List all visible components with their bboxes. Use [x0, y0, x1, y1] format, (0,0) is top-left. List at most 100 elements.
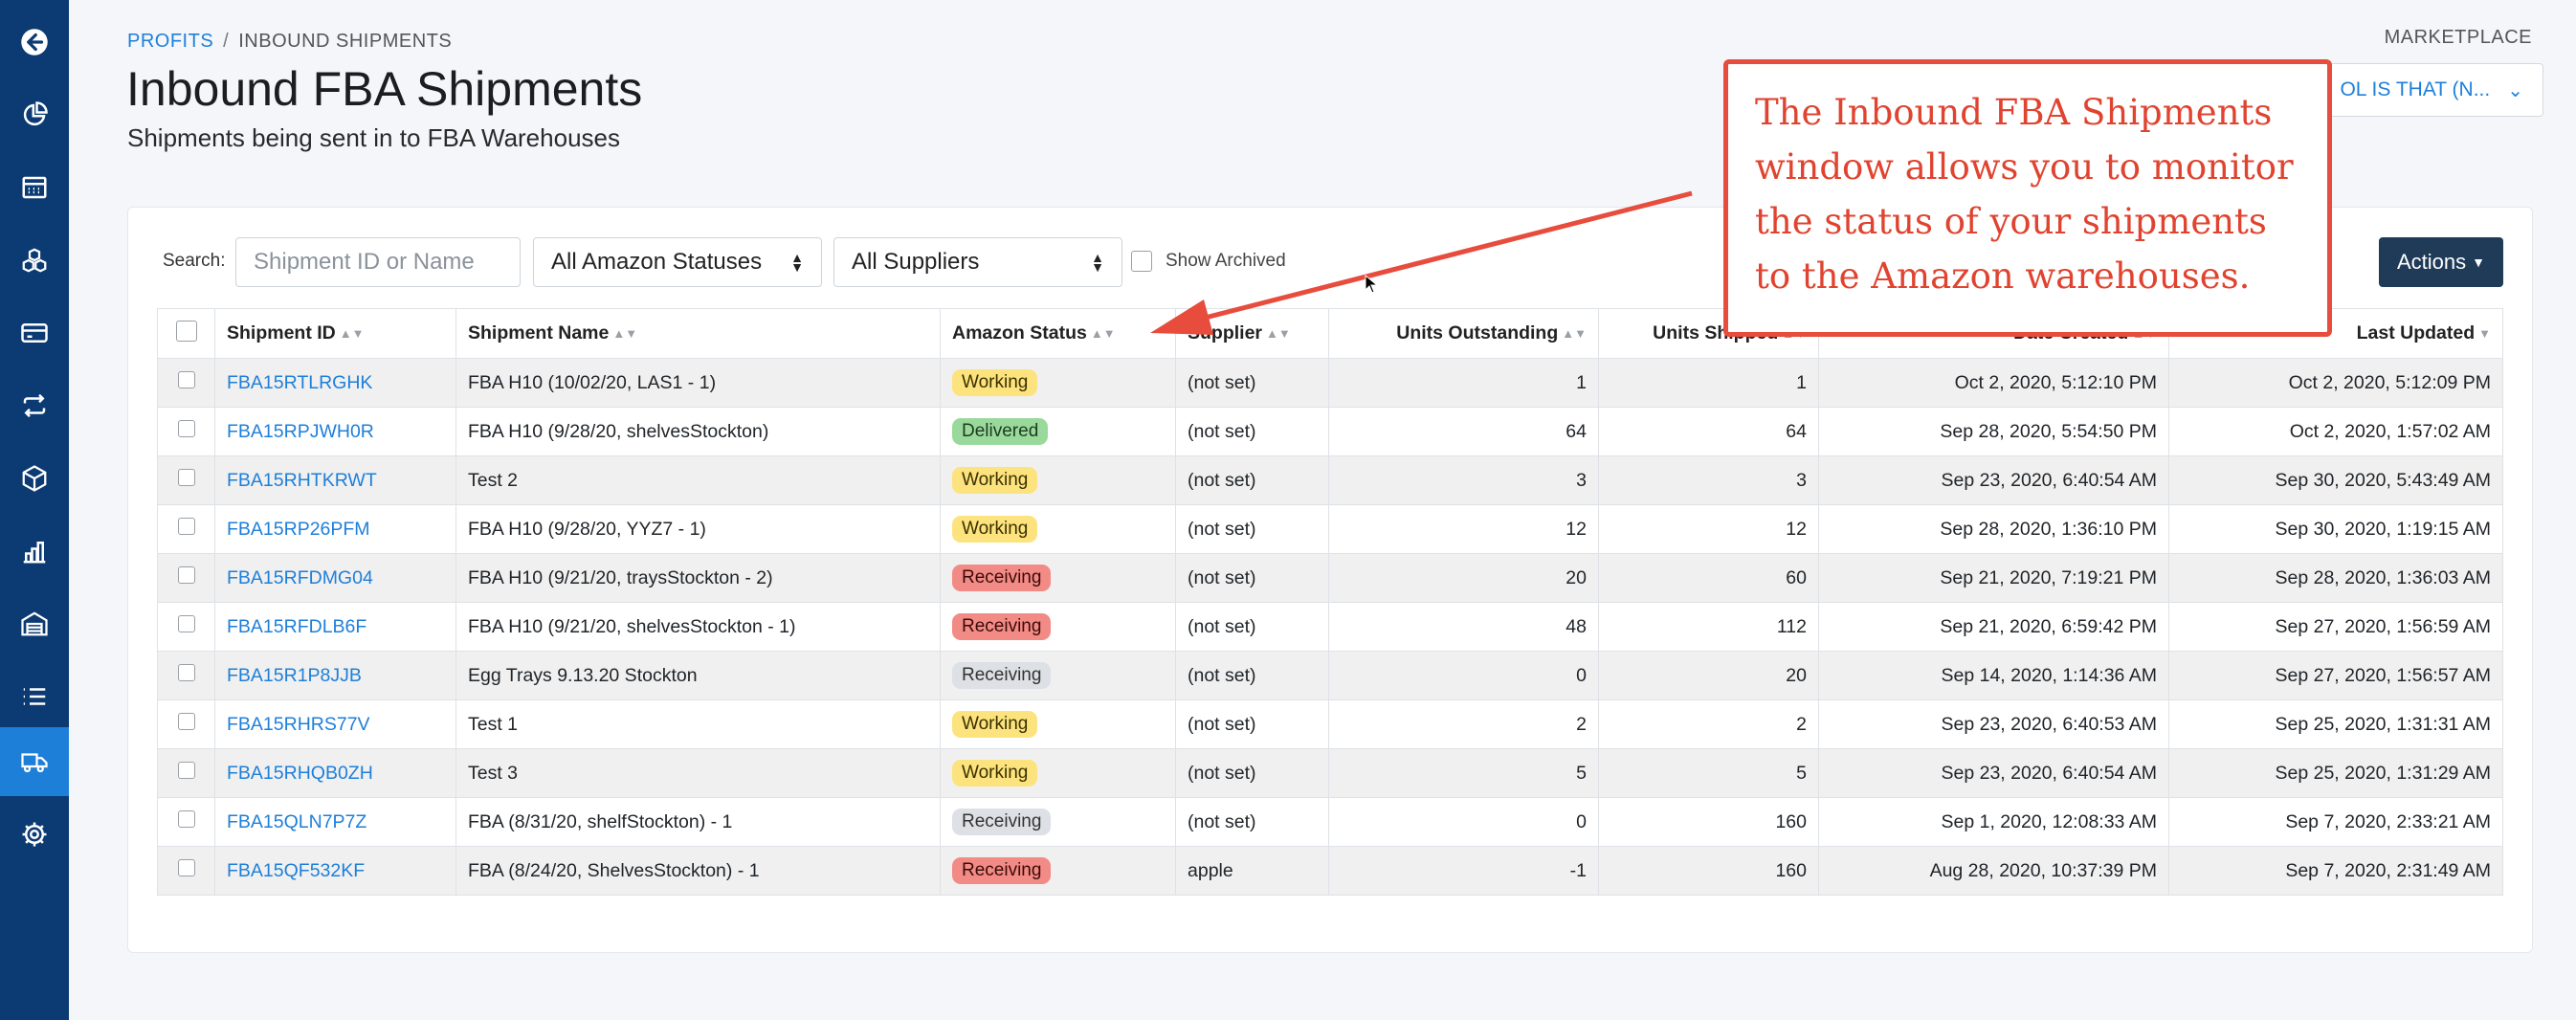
amazon-status-select[interactable]: All Amazon Statuses ▲ ▼	[533, 237, 822, 287]
supplier-cell: (not set)	[1175, 602, 1329, 652]
nav-calculator[interactable]	[0, 153, 69, 222]
nav-inventory[interactable]	[0, 226, 69, 295]
marketplace-select[interactable]: OL IS THAT (N... ⌄	[2314, 63, 2543, 117]
row-checkbox[interactable]	[177, 713, 195, 730]
col-shipment-id[interactable]: Shipment ID ▲▼	[214, 308, 456, 359]
shipment-id-cell: FBA15RP26PFM	[214, 504, 456, 554]
shipment-name-cell: FBA H10 (9/28/20, YYZ7 - 1)	[455, 504, 941, 554]
row-select-cell	[157, 602, 215, 652]
table-row: FBA15RFDMG04 FBA H10 (9/21/20, traysStock…	[157, 553, 2503, 603]
supplier-cell: (not set)	[1175, 651, 1329, 700]
amazon-status-cell: Delivered	[940, 407, 1176, 456]
sidebar	[0, 0, 69, 1020]
repeat-icon	[23, 393, 46, 418]
breadcrumb-separator: /	[223, 31, 230, 52]
breadcrumb-profits-link[interactable]: PROFITS	[127, 31, 213, 52]
last-updated-cell: Sep 25, 2020, 1:31:29 AM	[2168, 748, 2503, 798]
nav-dashboard[interactable]	[0, 80, 69, 149]
status-badge: Receiving	[952, 565, 1052, 591]
select-all-header	[157, 308, 215, 359]
nav-payments[interactable]	[0, 299, 69, 367]
sort-icon: ▲▼	[1266, 326, 1291, 342]
date-created-cell: Sep 23, 2020, 6:40:54 AM	[1818, 748, 2169, 798]
row-checkbox[interactable]	[177, 859, 195, 876]
shipment-id-link[interactable]: FBA15RPJWH0R	[227, 421, 374, 442]
nav-warehouses[interactable]	[0, 589, 69, 658]
date-created-cell: Sep 23, 2020, 6:40:53 AM	[1818, 699, 2169, 749]
nav-shipments[interactable]	[0, 727, 69, 796]
select-arrows-icon: ▲ ▼	[1091, 250, 1104, 275]
date-created-cell: Aug 28, 2020, 10:37:39 PM	[1818, 846, 2169, 896]
col-units-outstanding[interactable]: Units Outstanding ▲▼	[1328, 308, 1599, 359]
shipment-id-link[interactable]: FBA15RHTKRWT	[227, 470, 377, 491]
shipment-id-link[interactable]: FBA15RHRS77V	[227, 714, 370, 735]
shipment-id-cell: FBA15RPJWH0R	[214, 407, 456, 456]
table-body: FBA15RTLRGHK FBA H10 (10/02/20, LAS1 - 1)…	[157, 358, 2503, 896]
shipment-id-link[interactable]: FBA15R1P8JJB	[227, 665, 362, 686]
shipment-id-link[interactable]: FBA15RHQB0ZH	[227, 763, 373, 784]
nav-lists[interactable]	[0, 662, 69, 731]
row-checkbox[interactable]	[177, 566, 195, 584]
tutorial-callout: The Inbound FBA Shipments window allows …	[1723, 59, 2332, 337]
row-checkbox[interactable]	[177, 615, 195, 632]
units-outstanding-cell: 0	[1328, 797, 1599, 847]
row-checkbox[interactable]	[177, 420, 195, 437]
shipment-id-cell: FBA15RTLRGHK	[214, 358, 456, 408]
col-supplier[interactable]: Supplier ▲▼	[1175, 308, 1329, 359]
supplier-select[interactable]: All Suppliers ▲ ▼	[833, 237, 1122, 287]
row-select-cell	[157, 455, 215, 505]
row-checkbox[interactable]	[177, 762, 195, 779]
last-updated-cell: Sep 7, 2020, 2:33:21 AM	[2168, 797, 2503, 847]
col-shipment-name[interactable]: Shipment Name ▲▼	[455, 308, 941, 359]
caret-down-icon: ▼	[2472, 255, 2485, 270]
select-all-checkbox[interactable]	[175, 320, 197, 342]
shipment-id-link[interactable]: FBA15RP26PFM	[227, 519, 370, 540]
sort-icon: ▲▼	[1562, 326, 1587, 342]
units-outstanding-cell: -1	[1328, 846, 1599, 896]
last-updated-cell: Oct 2, 2020, 1:57:02 AM	[2168, 407, 2503, 456]
page-subtitle: Shipments being sent in to FBA Warehouse…	[127, 123, 620, 152]
show-archived-toggle[interactable]: Show Archived	[1131, 251, 1286, 272]
page-title: Inbound FBA Shipments	[126, 62, 643, 116]
row-checkbox[interactable]	[177, 518, 195, 535]
nav-reports[interactable]	[0, 517, 69, 586]
shipment-id-link[interactable]: FBA15RTLRGHK	[227, 372, 372, 393]
units-outstanding-cell: 2	[1328, 699, 1599, 749]
shipment-id-link[interactable]: FBA15RFDMG04	[227, 567, 373, 588]
shipment-id-cell: FBA15R1P8JJB	[214, 651, 456, 700]
row-checkbox[interactable]	[177, 810, 195, 828]
units-outstanding-cell: 64	[1328, 407, 1599, 456]
col-amazon-status[interactable]: Amazon Status ▲▼	[940, 308, 1176, 359]
table-row: FBA15RFDLB6F FBA H10 (9/21/20, shelvesSto…	[157, 602, 2503, 652]
col-label: Amazon Status	[952, 322, 1087, 344]
shipment-id-link[interactable]: FBA15QLN7P7Z	[227, 811, 366, 832]
table-row: FBA15RHTKRWT Test 2 Working (not set) 3 3 Sep …	[157, 455, 2503, 505]
row-select-cell	[157, 504, 215, 554]
nav-back[interactable]	[0, 8, 69, 77]
select-arrows-icon: ▲ ▼	[790, 250, 804, 275]
supplier-cell: (not set)	[1175, 748, 1329, 798]
row-checkbox[interactable]	[177, 371, 195, 388]
actions-button[interactable]: Actions ▼	[2379, 237, 2503, 287]
shipment-id-cell: FBA15RFDLB6F	[214, 602, 456, 652]
search-input[interactable]	[235, 237, 521, 287]
units-outstanding-cell: 20	[1328, 553, 1599, 603]
shipment-name-cell: Test 2	[455, 455, 941, 505]
credit-card-icon	[21, 323, 48, 343]
nav-settings[interactable]	[0, 800, 69, 869]
nav-repricing[interactable]	[0, 371, 69, 440]
shipment-id-link[interactable]: FBA15QF532KF	[227, 860, 365, 881]
amazon-status-cell: Working	[940, 504, 1176, 554]
row-select-cell	[157, 407, 215, 456]
status-badge: Receiving	[952, 662, 1052, 689]
marketplace-label: MARKETPLACE	[2384, 27, 2532, 48]
row-checkbox[interactable]	[177, 469, 195, 486]
shipment-id-link[interactable]: FBA15RFDLB6F	[227, 616, 366, 637]
date-created-cell: Sep 21, 2020, 6:59:42 PM	[1818, 602, 2169, 652]
shipment-name-cell: FBA (8/31/20, shelfStockton) - 1	[455, 797, 941, 847]
shipment-id-cell: FBA15QF532KF	[214, 846, 456, 896]
date-created-cell: Sep 14, 2020, 1:14:36 AM	[1818, 651, 2169, 700]
row-checkbox[interactable]	[177, 664, 195, 681]
nav-products[interactable]	[0, 444, 69, 513]
show-archived-checkbox[interactable]	[1131, 251, 1152, 272]
